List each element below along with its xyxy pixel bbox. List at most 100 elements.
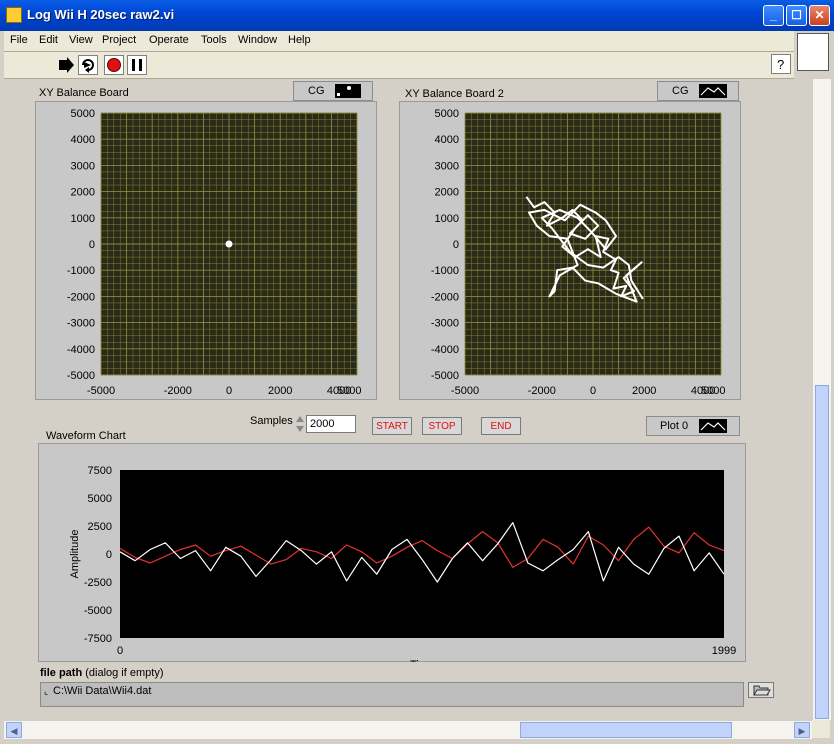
point-plot-icon xyxy=(335,84,361,98)
end-button[interactable]: END xyxy=(481,417,521,435)
folder-open-icon[interactable] xyxy=(748,682,774,698)
graph2-legend-label: CG xyxy=(672,85,689,97)
y-tick-label: 3000 xyxy=(71,160,95,172)
data-point xyxy=(225,240,233,248)
svg-text:?: ? xyxy=(777,57,784,72)
x-tick-label-start: 0 xyxy=(117,645,123,657)
title-bar: Log Wii H 20sec raw2.vi _ ☐ ✕ xyxy=(0,0,834,31)
menu-project[interactable]: Project xyxy=(102,34,136,46)
filepath-label: file path (dialog if empty) xyxy=(40,667,164,679)
pause-icon[interactable] xyxy=(127,55,147,75)
menu-tools[interactable]: Tools xyxy=(201,34,227,46)
menu-edit[interactable]: Edit xyxy=(39,34,58,46)
help-icon[interactable]: ? xyxy=(771,54,791,74)
x-tick-label: 0 xyxy=(226,385,232,397)
waveform-legend[interactable]: Plot 0 xyxy=(646,416,740,436)
y-tick-label: 2000 xyxy=(71,187,95,199)
samples-input[interactable]: 2000 xyxy=(306,415,356,433)
menu-help[interactable]: Help xyxy=(288,34,311,46)
y-tick-label: -3000 xyxy=(67,318,95,330)
filepath-field[interactable]: ⌞ C:\Wii Data\Wii4.dat xyxy=(40,682,744,707)
x-tick-label-end: 1999 xyxy=(712,645,736,657)
y-tick-label: 7500 xyxy=(88,465,112,477)
y-tick-label: 0 xyxy=(89,239,95,251)
front-panel: XY Balance Board CG 5000 4000 3000 2000 1000… xyxy=(4,79,812,720)
waveform-chart[interactable]: 7500 5000 2500 0 -2500 -5000 -7500 0 1999 Time Amp… xyxy=(38,443,746,662)
y-axis-label: Amplitude xyxy=(69,530,81,579)
graph2-legend[interactable]: CG xyxy=(657,81,739,101)
graph1-label: XY Balance Board xyxy=(39,87,129,99)
y-tick-label: 4000 xyxy=(71,134,95,146)
filepath-input[interactable]: C:\Wii Data\Wii4.dat xyxy=(53,685,151,697)
waveform-label: Waveform Chart xyxy=(46,430,126,442)
menu-operate[interactable]: Operate xyxy=(149,34,189,46)
x-tick-label: -5000 xyxy=(87,385,115,397)
graph1-legend[interactable]: CG xyxy=(293,81,373,101)
y-tick-label: -2000 xyxy=(67,291,95,303)
line-plot-icon xyxy=(699,84,727,98)
vertical-scroll-thumb[interactable] xyxy=(815,385,829,719)
waveform-legend-label: Plot 0 xyxy=(660,420,689,432)
menu-window[interactable]: Window xyxy=(238,34,277,46)
y-tick-label: -7500 xyxy=(84,633,112,645)
y-tick-label: -2000 xyxy=(431,291,459,303)
y-tick-label: 5000 xyxy=(88,493,112,505)
y-tick-label: -1000 xyxy=(431,265,459,277)
stop-button[interactable]: STOP xyxy=(422,417,462,435)
run-arrow-icon[interactable] xyxy=(56,55,76,75)
scroll-right-icon[interactable]: ▶ xyxy=(794,722,810,738)
y-tick-label: 5000 xyxy=(435,108,459,120)
x-tick-label: -5000 xyxy=(451,385,479,397)
vertical-scrollbar[interactable] xyxy=(812,79,831,720)
y-tick-label: 1000 xyxy=(71,213,95,225)
filepath-label-rest: (dialog if empty) xyxy=(85,667,164,679)
y-tick-label: 2500 xyxy=(88,521,112,533)
horizontal-scrollbar[interactable]: ◀ ▶ xyxy=(4,720,812,739)
graph1-legend-label: CG xyxy=(308,85,325,97)
menu-file[interactable]: File xyxy=(10,34,28,46)
resize-grip-icon[interactable] xyxy=(812,720,830,738)
vi-connector-icon xyxy=(797,33,829,71)
y-tick-label: 2000 xyxy=(435,187,459,199)
graph2-label: XY Balance Board 2 xyxy=(405,88,504,100)
y-tick-label: 1000 xyxy=(435,213,459,225)
scroll-left-icon[interactable]: ◀ xyxy=(6,722,22,738)
plot-area xyxy=(120,470,724,638)
waveform-legend-line-icon xyxy=(699,419,727,433)
maximize-icon[interactable]: ☐ xyxy=(786,5,807,26)
y-tick-label: 5000 xyxy=(71,108,95,120)
y-tick-label: -1000 xyxy=(67,265,95,277)
start-button[interactable]: START xyxy=(372,417,412,435)
y-tick-label: 0 xyxy=(453,239,459,251)
y-tick-label: -5000 xyxy=(84,605,112,617)
toolbar: ? xyxy=(4,52,794,79)
menu-view[interactable]: View xyxy=(69,34,93,46)
run-continuously-icon[interactable] xyxy=(78,55,98,75)
minimize-icon[interactable]: _ xyxy=(763,5,784,26)
x-tick-label: -2000 xyxy=(528,385,556,397)
x-tick-label: 2000 xyxy=(268,385,292,397)
x-tick-label: 5000 xyxy=(337,385,361,397)
horizontal-scroll-thumb[interactable] xyxy=(520,722,732,738)
xy-balance-board-2-graph[interactable]: 5000 4000 3000 2000 1000 0 -1000 -2000 -3000 -400… xyxy=(399,101,741,400)
window-title: Log Wii H 20sec raw2.vi xyxy=(27,7,175,22)
vi-icon xyxy=(6,7,22,23)
y-tick-label: 4000 xyxy=(435,134,459,146)
y-tick-label: -4000 xyxy=(67,344,95,356)
close-icon[interactable]: ✕ xyxy=(809,5,830,26)
y-tick-label: -5000 xyxy=(431,370,459,382)
xy-balance-board-graph[interactable]: 5000 4000 3000 2000 1000 0 -1000 -2000 -3000 -400… xyxy=(35,101,377,400)
samples-stepper[interactable] xyxy=(295,414,305,434)
y-tick-label: 3000 xyxy=(435,160,459,172)
y-tick-label: 0 xyxy=(106,549,112,561)
x-tick-label: 2000 xyxy=(632,385,656,397)
y-tick-label: -5000 xyxy=(67,370,95,382)
y-tick-label: -2500 xyxy=(84,577,112,589)
path-type-icon: ⌞ xyxy=(44,686,49,696)
abort-icon[interactable] xyxy=(104,55,124,75)
filepath-label-bold: file path xyxy=(40,667,83,679)
samples-label: Samples xyxy=(250,415,293,427)
y-tick-label: -3000 xyxy=(431,318,459,330)
x-tick-label: 0 xyxy=(590,385,596,397)
menu-bar: File Edit View Project Operate Tools Win… xyxy=(4,31,794,52)
